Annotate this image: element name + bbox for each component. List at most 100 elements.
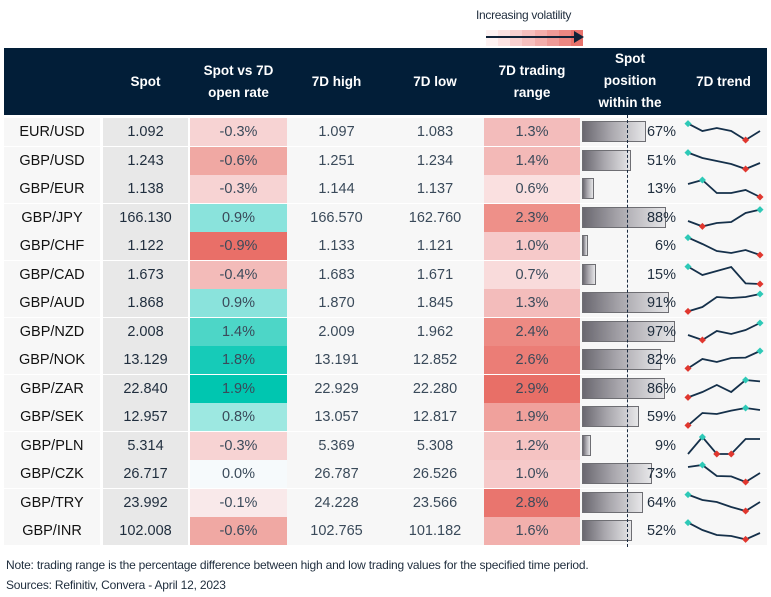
spot-value: 166.130 (103, 203, 188, 232)
trend-sparkline (687, 432, 760, 458)
high-value: 1.144 (287, 175, 386, 204)
table-row: GBP/NZD 2.008 1.4% 2.009 1.962 2.4% 97% (4, 317, 767, 346)
trend-line (687, 208, 761, 227)
trend-cell (680, 403, 767, 432)
low-value: 22.280 (386, 374, 484, 403)
trend-low-marker (684, 307, 692, 315)
high-value: 26.787 (287, 460, 386, 489)
trend-line (687, 321, 761, 341)
low-value: 1.121 (386, 232, 484, 261)
spot-position-cell: 9% (580, 431, 680, 460)
spot-value: 5.314 (103, 431, 188, 460)
trend-low-marker (742, 535, 750, 543)
trend-sparkline (684, 148, 761, 173)
table-row: GBP/PLN 5.314 -0.3% 5.369 5.308 1.2% 9% (4, 431, 767, 460)
range-value: 0.6% (484, 175, 580, 204)
legend-gradient-step (534, 30, 547, 46)
spot-vs-open-value: -0.3% (190, 431, 287, 460)
table-row: GBP/CHF 1.122 -0.9% 1.133 1.121 1.0% 6% (4, 232, 767, 261)
trend-high-marker (684, 234, 692, 242)
spot-position-bar (582, 235, 588, 256)
spot-position-cell: 15% (580, 260, 680, 289)
spot-vs-open-value: 1.9% (190, 374, 287, 403)
trend-sparkline (687, 176, 764, 201)
spot-position-cell: 51% (580, 146, 680, 175)
trend-cell (680, 146, 767, 175)
spot-position-percent: 73% (646, 466, 676, 483)
trend-high-marker (756, 318, 764, 327)
low-value: 1.962 (386, 317, 484, 346)
high-value: 1.251 (287, 146, 386, 175)
trend-sparkline (684, 120, 761, 144)
range-value: 1.0% (484, 232, 580, 261)
trend-cell (680, 203, 767, 232)
spot-vs-open-value: -0.9% (190, 232, 287, 261)
range-value: 1.2% (484, 431, 580, 460)
spot-position-percent: 64% (646, 494, 676, 511)
legend-arrow-line (486, 36, 576, 38)
trend-cell (680, 346, 767, 375)
header-pair (4, 48, 100, 115)
arrow-right-icon (574, 31, 584, 43)
trend-line (687, 407, 761, 427)
spot-vs-open-value: -0.4% (190, 260, 287, 289)
trend-high-marker (756, 205, 764, 213)
low-value: 1.234 (386, 146, 484, 175)
range-value: 1.9% (484, 403, 580, 432)
currency-pair: GBP/JPY (4, 203, 100, 232)
spot-position-cell: 88% (580, 203, 680, 232)
trend-line (687, 350, 761, 370)
high-value: 22.929 (287, 374, 386, 403)
table-row: GBP/CZK 26.717 0.0% 26.787 26.526 1.0% 73% (4, 460, 767, 489)
trend-sparkline (684, 375, 761, 401)
spot-position-cell: 64% (580, 488, 680, 517)
trend-cell (680, 431, 767, 460)
trend-line (687, 236, 761, 256)
trend-high-marker (756, 347, 764, 355)
range-value: 1.6% (484, 517, 580, 546)
table-row: GBP/JPY 166.130 0.9% 166.570 162.760 2.3% 88% (4, 203, 767, 232)
legend-gradient-step (522, 30, 535, 46)
spot-vs-open-value: 0.0% (190, 460, 287, 489)
spot-position-percent: 88% (646, 209, 676, 226)
spot-position-bar (582, 149, 631, 171)
spot-vs-open-value: -0.6% (190, 146, 287, 175)
spot-position-percent: 6% (655, 238, 676, 255)
currency-pair: EUR/USD (4, 118, 100, 147)
high-value: 13.191 (287, 346, 386, 375)
currency-pair: GBP/CZK (4, 460, 100, 489)
spot-vs-open-value: -0.6% (190, 517, 287, 546)
trend-line (687, 521, 761, 541)
spot-position-cell: 91% (580, 289, 680, 318)
trend-cell (680, 460, 767, 489)
trend-sparkline (684, 519, 761, 543)
midpoint-dashed-line (627, 115, 628, 547)
high-value: 1.133 (287, 232, 386, 261)
trend-sparkline (684, 347, 764, 372)
spot-position-percent: 86% (646, 380, 676, 397)
spot-value: 1.673 (103, 260, 188, 289)
table-row: GBP/CAD 1.673 -0.4% 1.683 1.671 0.7% 15% (4, 260, 767, 289)
trend-line (687, 265, 761, 285)
trend-sparkline (684, 490, 761, 515)
high-value: 1.870 (287, 289, 386, 318)
table-row: EUR/USD 1.092 -0.3% 1.097 1.083 1.3% 67% (4, 118, 767, 147)
trend-cell (680, 289, 767, 318)
legend-gradient-step (486, 30, 499, 46)
table-row: GBP/AUD 1.868 0.9% 1.870 1.845 1.3% 91% (4, 289, 767, 318)
spot-vs-open-value: 0.9% (190, 289, 287, 318)
spot-position-bar (582, 463, 653, 484)
table-row: GBP/INR 102.008 -0.6% 102.765 101.182 1.6% 52% (4, 517, 767, 546)
low-value: 26.526 (386, 460, 484, 489)
table-row: GBP/EUR 1.138 -0.3% 1.144 1.137 0.6% 13% (4, 175, 767, 204)
spot-position-bar (582, 263, 597, 285)
legend-gradient-step (510, 30, 523, 46)
spot-position-percent: 97% (646, 323, 676, 340)
spot-position-percent: 52% (646, 523, 676, 540)
trend-sparkline (687, 318, 764, 344)
trend-cell (680, 260, 767, 289)
currency-pair: GBP/TRY (4, 488, 100, 517)
low-value: 12.817 (386, 403, 484, 432)
high-value: 5.369 (287, 431, 386, 460)
legend-label: Increasing volatility (476, 8, 572, 22)
